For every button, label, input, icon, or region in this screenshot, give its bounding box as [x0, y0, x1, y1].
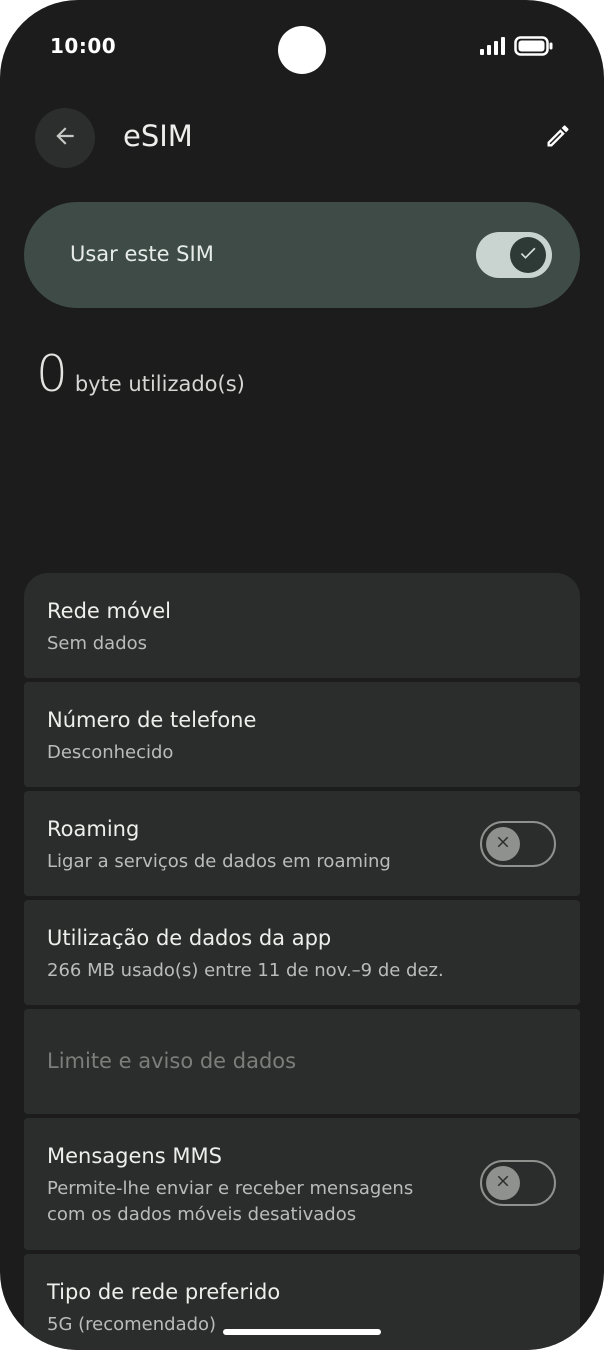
item-subtitle: 5G (recomendado) — [47, 1314, 217, 1335]
top-app-bar: eSIM — [0, 108, 604, 168]
settings-item-phone-number[interactable]: Número de telefone Desconhecido — [24, 682, 580, 787]
signal-icon — [480, 37, 506, 59]
use-sim-switch-row[interactable]: Usar este SIM — [24, 202, 580, 308]
data-usage-summary: 0 byte utilizado(s) — [36, 346, 245, 402]
item-subtitle: Permite-lhe enviar e receber mensagens c… — [47, 1176, 413, 1228]
status-icons — [480, 36, 554, 60]
settings-item-mobile-network[interactable]: Rede móvel Sem dados — [24, 573, 580, 678]
item-subtitle: Sem dados — [47, 633, 148, 654]
toggle-knob — [510, 237, 546, 273]
item-subtitle-line: Permite-lhe enviar e receber mensagens — [47, 1178, 414, 1199]
mms-toggle[interactable] — [480, 1160, 556, 1206]
battery-icon — [514, 36, 554, 60]
item-subtitle: 266 MB usado(s) entre 11 de nov.–9 de de… — [47, 960, 444, 981]
edit-button[interactable] — [540, 120, 576, 156]
close-icon — [494, 833, 512, 855]
front-camera — [278, 26, 326, 74]
phone-screen: 10:00 eSIM Usar este SIM 0 byte utilizad… — [0, 0, 604, 1350]
use-sim-toggle[interactable] — [476, 232, 552, 278]
settings-item-mms-messages[interactable]: Mensagens MMS Permite-lhe enviar e receb… — [24, 1118, 580, 1250]
home-indicator[interactable] — [223, 1329, 381, 1335]
use-sim-label: Usar este SIM — [70, 242, 214, 266]
item-subtitle: Desconhecido — [47, 742, 174, 763]
settings-item-roaming[interactable]: Roaming Ligar a serviços de dados em roa… — [24, 791, 580, 896]
settings-item-data-limit-warning: Limite e aviso de dados — [24, 1009, 580, 1114]
settings-item-preferred-network-type[interactable]: Tipo de rede preferido 5G (recomendado) — [24, 1254, 580, 1350]
back-button[interactable] — [35, 108, 95, 168]
item-title: Utilização de dados da app — [47, 926, 332, 950]
toggle-knob — [486, 827, 520, 861]
arrow-back-icon — [52, 123, 78, 153]
pencil-icon — [544, 122, 572, 154]
toggle-knob — [486, 1166, 520, 1200]
close-icon — [494, 1172, 512, 1194]
usage-unit: byte utilizado(s) — [74, 372, 245, 396]
roaming-toggle[interactable] — [480, 821, 556, 867]
page-title: eSIM — [123, 119, 193, 153]
usage-amount: 0 — [36, 345, 68, 403]
item-subtitle: Ligar a serviços de dados em roaming — [47, 851, 391, 872]
item-subtitle-line: com os dados móveis desativados — [47, 1204, 357, 1225]
item-title: Número de telefone — [47, 708, 257, 732]
item-title: Roaming — [47, 817, 140, 841]
status-time: 10:00 — [50, 34, 117, 58]
item-title: Limite e aviso de dados — [47, 1049, 297, 1073]
check-icon — [518, 243, 538, 267]
settings-item-app-data-usage[interactable]: Utilização de dados da app 266 MB usado(… — [24, 900, 580, 1005]
item-title: Rede móvel — [47, 599, 171, 623]
item-title: Mensagens MMS — [47, 1144, 222, 1168]
item-title: Tipo de rede preferido — [47, 1280, 281, 1304]
